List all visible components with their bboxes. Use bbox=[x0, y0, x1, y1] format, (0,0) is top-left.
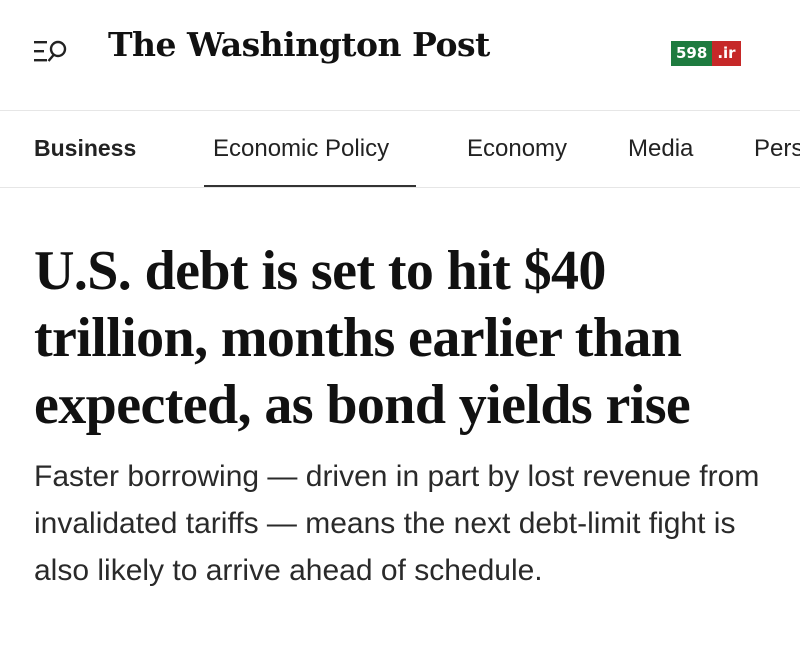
masthead-logo[interactable]: The Washington Post bbox=[108, 25, 490, 64]
article-dek: Faster borrowing — driven in part by los… bbox=[34, 460, 760, 587]
active-tab-indicator bbox=[204, 185, 416, 187]
site-header: The Washington Post 598 .ir bbox=[0, 0, 800, 111]
nav-item-business[interactable]: Business bbox=[34, 135, 136, 162]
section-nav: Business Economic Policy Economy Media P… bbox=[0, 111, 800, 188]
nav-item-economic-policy[interactable]: Economic Policy bbox=[213, 135, 389, 163]
nav-item-pers[interactable]: Pers bbox=[754, 135, 800, 163]
nav-item-economy[interactable]: Economy bbox=[467, 135, 567, 163]
page: The Washington Post 598 .ir Business Eco… bbox=[0, 0, 800, 648]
badge-number: 598 bbox=[671, 41, 713, 66]
article-headline: U.S. debt is set to hit $40 trillion, mo… bbox=[34, 240, 691, 436]
source-badge: 598 .ir bbox=[671, 41, 741, 66]
nav-item-media[interactable]: Media bbox=[628, 135, 693, 163]
badge-tld: .ir bbox=[712, 41, 741, 66]
menu-search-icon[interactable] bbox=[34, 38, 72, 66]
